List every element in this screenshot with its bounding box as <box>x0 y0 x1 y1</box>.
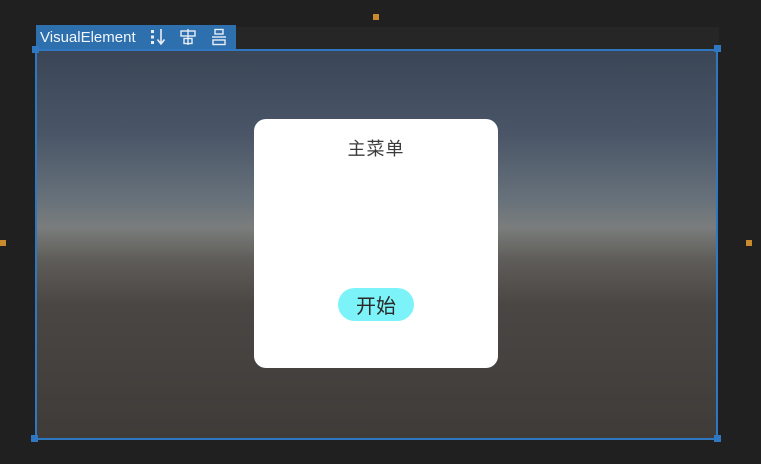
main-menu-panel[interactable]: 主菜单 开始 <box>254 119 498 368</box>
start-button[interactable]: 开始 <box>338 288 414 321</box>
resize-handle-top-left[interactable] <box>32 46 39 53</box>
distribute-vertical-icon[interactable] <box>208 27 230 47</box>
resize-handle-top-right[interactable] <box>714 45 721 52</box>
sort-down-icon[interactable] <box>147 27 169 47</box>
canvas-header-strip <box>236 27 719 49</box>
scene-viewport[interactable]: 主菜单 开始 <box>36 49 717 438</box>
ui-builder-canvas: 主菜单 开始 VisualElement <box>0 0 761 464</box>
element-toolbar: VisualElement <box>36 25 236 49</box>
resize-handle-bottom-left[interactable] <box>31 435 38 442</box>
main-menu-title: 主菜单 <box>347 139 405 159</box>
anchor-handle-left[interactable] <box>0 240 6 246</box>
align-center-icon[interactable] <box>177 27 199 47</box>
resize-handle-bottom-right[interactable] <box>714 435 721 442</box>
visual-element-label: VisualElement <box>40 28 136 46</box>
anchor-handle-right[interactable] <box>746 240 752 246</box>
anchor-handle-top[interactable] <box>373 14 379 20</box>
